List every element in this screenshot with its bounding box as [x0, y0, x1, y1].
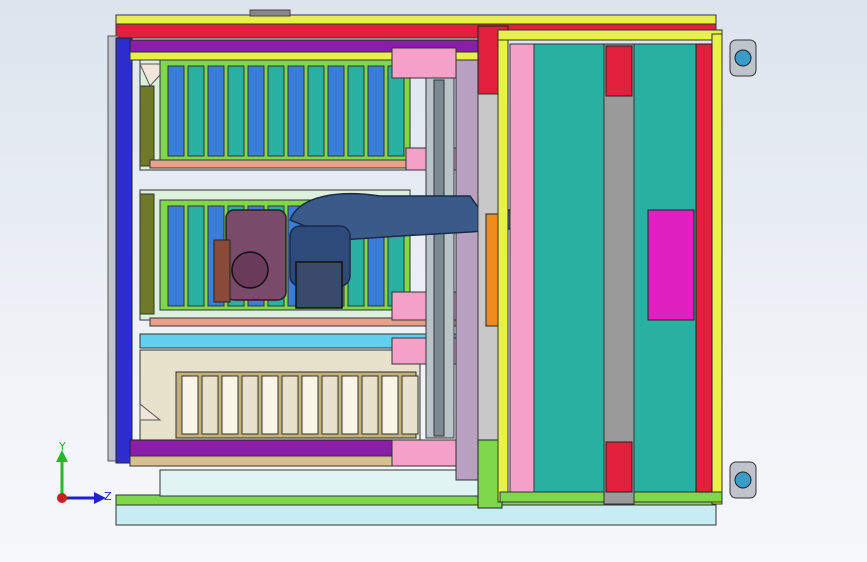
tray-slot: [207, 65, 225, 157]
tray-slot: [301, 375, 319, 435]
tray-slot: [321, 375, 339, 435]
tray-slot: [361, 375, 379, 435]
tray-slot: [307, 65, 325, 157]
casters: [729, 39, 757, 499]
tray-slot: [367, 65, 385, 157]
tray-slot: [167, 205, 185, 307]
tray-slot: [167, 65, 185, 157]
tray-slot: [281, 375, 299, 435]
tray-slot: [341, 375, 359, 435]
tray-slot: [201, 375, 219, 435]
tray-slot: [267, 65, 285, 157]
tray-slot: [327, 65, 345, 157]
tray-slot: [221, 375, 239, 435]
tray-slot: [287, 65, 305, 157]
cad-viewport[interactable]: Y Z: [0, 0, 867, 562]
y-axis-label: Y: [59, 440, 66, 453]
tray-slot: [387, 65, 405, 157]
tray-slot: [187, 205, 205, 307]
door-frame: [477, 25, 723, 509]
z-axis-label: Z: [104, 490, 112, 503]
tray-slot: [247, 65, 265, 157]
tray-slot: [227, 65, 245, 157]
tray-slot: [261, 375, 279, 435]
tray-slot: [347, 65, 365, 157]
tray-slot: [401, 375, 419, 435]
tray-slot: [381, 375, 399, 435]
tray-slot: [187, 65, 205, 157]
tray-slot: [241, 375, 259, 435]
cad-assembly-model[interactable]: [0, 0, 867, 562]
coordinate-triad: Y Z: [52, 440, 112, 510]
tray-slot: [181, 375, 199, 435]
